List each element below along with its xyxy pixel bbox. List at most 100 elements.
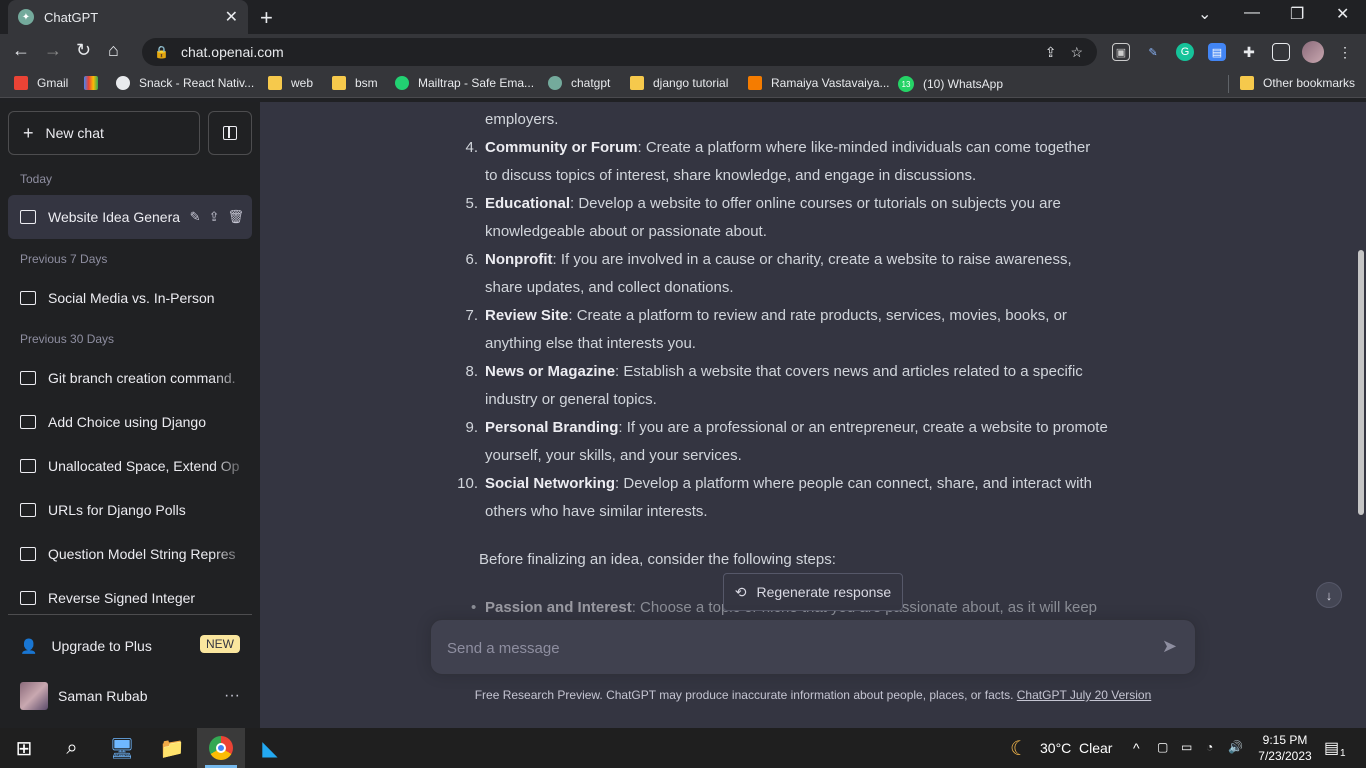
back-icon[interactable]: ←: [12, 40, 30, 61]
minimize-icon[interactable]: —: [1244, 4, 1260, 22]
trash-icon[interactable]: 🗑: [227, 209, 244, 225]
bookmarks-divider: [1228, 75, 1229, 93]
bookmark-django-tutorial[interactable]: django tutorial: [630, 76, 728, 90]
search-icon[interactable]: ⌕: [58, 734, 86, 762]
chat-bubble-icon: [20, 415, 36, 429]
bookmark-pinwheel[interactable]: [84, 76, 107, 90]
new-badge: NEW: [200, 635, 240, 653]
file-explorer-icon[interactable]: 📁: [158, 734, 186, 762]
extension-icon[interactable]: ▣: [1112, 43, 1130, 61]
notification-icon[interactable]: ▤: [1324, 738, 1339, 758]
section-previous-7-days: Previous 7 Days: [20, 252, 108, 266]
battery-icon[interactable]: ▭: [1181, 740, 1192, 754]
restore-icon[interactable]: ❐: [1290, 4, 1304, 24]
weather-temp[interactable]: 30°C: [1040, 740, 1071, 756]
new-tab-icon[interactable]: +: [260, 5, 273, 31]
clock[interactable]: 9:15 PM 7/23/2023: [1255, 732, 1315, 764]
more-options-icon[interactable]: ···: [224, 687, 240, 705]
whatsapp-icon: 13: [898, 76, 914, 92]
reload-icon[interactable]: ↻: [76, 40, 91, 61]
bookmark-other[interactable]: Other bookmarks: [1240, 76, 1355, 90]
scrollbar[interactable]: [1356, 102, 1366, 728]
scrollbar-thumb[interactable]: [1358, 250, 1364, 515]
folder-icon: [268, 76, 282, 90]
volume-icon[interactable]: 🔊: [1228, 740, 1243, 754]
chat-item[interactable]: URLs for Django Polls: [8, 488, 252, 532]
send-icon[interactable]: ➤: [1162, 636, 1177, 657]
user-menu[interactable]: Saman Rubab ···: [8, 674, 252, 718]
bookmark-gmail[interactable]: Gmail: [14, 76, 68, 90]
grammarly-icon[interactable]: G: [1176, 43, 1194, 61]
chatgpt-favicon-icon: ✦: [18, 9, 34, 25]
upgrade-to-plus-button[interactable]: 👤 Upgrade to Plus NEW: [8, 626, 252, 666]
snack-icon: [116, 76, 130, 90]
folder-icon: [630, 76, 644, 90]
address-bar[interactable]: 🔒 chat.openai.com ⇪ ☆: [142, 38, 1097, 66]
bookmarks-bar: Gmail Snack - React Nativ... web bsm Mai…: [0, 70, 1366, 98]
list-item: Educational: Develop a website to offer …: [485, 195, 1061, 212]
chat-item-active[interactable]: Website Idea Genera ✎ ⇪ 🗑: [8, 195, 252, 239]
wifi-icon[interactable]: ◔: [1206, 740, 1213, 754]
bookmark-ramaiya[interactable]: Ramaiya Vastavaiya...: [748, 76, 890, 90]
list-number: 8.: [465, 363, 478, 380]
edit-icon[interactable]: ✎: [190, 209, 201, 225]
new-chat-button[interactable]: + New chat: [8, 111, 200, 155]
sidebar-toggle-icon: [223, 126, 237, 140]
chat-item[interactable]: Social Media vs. In-Person: [8, 276, 252, 320]
message-composer[interactable]: Send a message ➤: [430, 619, 1196, 675]
message-input[interactable]: Send a message: [447, 640, 560, 657]
home-icon[interactable]: ⌂: [108, 40, 119, 61]
pc-icon[interactable]: 🖥: [108, 734, 136, 762]
bookmark-star-icon[interactable]: ☆: [1070, 44, 1083, 61]
share-icon[interactable]: ⇪: [1045, 44, 1057, 61]
share-icon[interactable]: ⇪: [209, 209, 220, 225]
list-number: 7.: [465, 307, 478, 324]
docs-extension-icon[interactable]: ▤: [1208, 43, 1226, 61]
list-item: Social Networking: Develop a platform wh…: [485, 475, 1092, 492]
regenerate-response-button[interactable]: ⟲ Regenerate response: [723, 573, 903, 611]
lock-icon[interactable]: 🔒: [154, 45, 169, 59]
chat-item[interactable]: Question Model String Repres: [8, 532, 252, 576]
bookmark-chatgpt[interactable]: chatgpt: [548, 76, 610, 90]
weather-desc[interactable]: Clear: [1079, 740, 1112, 756]
list-item: Community or Forum: Create a platform wh…: [485, 139, 1091, 156]
windows-start-icon[interactable]: ⊞: [10, 734, 38, 762]
close-tab-icon[interactable]: ✕: [225, 7, 238, 27]
bookmark-bsm[interactable]: bsm: [332, 76, 378, 90]
show-hidden-icons-icon[interactable]: ^: [1133, 740, 1140, 756]
tab-search-icon[interactable]: ⌄: [1198, 4, 1211, 24]
bookmark-web[interactable]: web: [268, 76, 313, 90]
list-item-cont: others who have similar interests.: [485, 503, 708, 520]
collapse-sidebar-button[interactable]: [208, 111, 252, 155]
profile-avatar[interactable]: [1302, 41, 1324, 63]
list-item-cont: to discuss topics of interest, share kno…: [485, 167, 977, 184]
browser-tab[interactable]: ✦ ChatGPT ✕: [8, 0, 248, 34]
bookmark-snack[interactable]: Snack - React Nativ...: [116, 76, 254, 90]
vscode-icon[interactable]: ◣: [256, 734, 284, 762]
scroll-down-button[interactable]: ↓: [1316, 582, 1342, 608]
moon-weather-icon[interactable]: ☾: [1010, 736, 1028, 761]
chat-item[interactable]: Git branch creation command.: [8, 356, 252, 400]
url-text: chat.openai.com: [180, 44, 284, 60]
chat-item[interactable]: Unallocated Space, Extend Op: [8, 444, 252, 488]
side-panel-icon[interactable]: [1272, 43, 1290, 61]
bookmark-mailtrap[interactable]: Mailtrap - Safe Ema...: [395, 76, 534, 90]
sidebar: + New chat Today Website Idea Genera ✎ ⇪…: [0, 102, 260, 728]
forward-icon[interactable]: →: [44, 40, 62, 61]
chat-item[interactable]: Add Choice using Django: [8, 400, 252, 444]
user-icon: 👤: [20, 637, 38, 654]
chat-bubble-icon: [20, 503, 36, 517]
chat-bubble-icon: [20, 547, 36, 561]
pen-extension-icon[interactable]: ✎: [1144, 43, 1162, 61]
window-close-icon[interactable]: ✕: [1336, 4, 1349, 24]
version-link[interactable]: ChatGPT July 20 Version: [1017, 688, 1152, 702]
meet-icon[interactable]: ▢: [1157, 740, 1168, 754]
extensions-puzzle-icon[interactable]: ✚: [1240, 43, 1258, 61]
chrome-menu-icon[interactable]: ⋮: [1336, 43, 1354, 61]
list-item-cont: industry or general topics.: [485, 391, 657, 408]
bookmark-whatsapp[interactable]: 13 (10) WhatsApp: [898, 76, 1003, 92]
list-item: News or Magazine: Establish a website th…: [485, 363, 1083, 380]
chrome-icon[interactable]: [207, 734, 235, 762]
list-item: Review Site: Create a platform to review…: [485, 307, 1067, 324]
section-today: Today: [20, 172, 53, 186]
